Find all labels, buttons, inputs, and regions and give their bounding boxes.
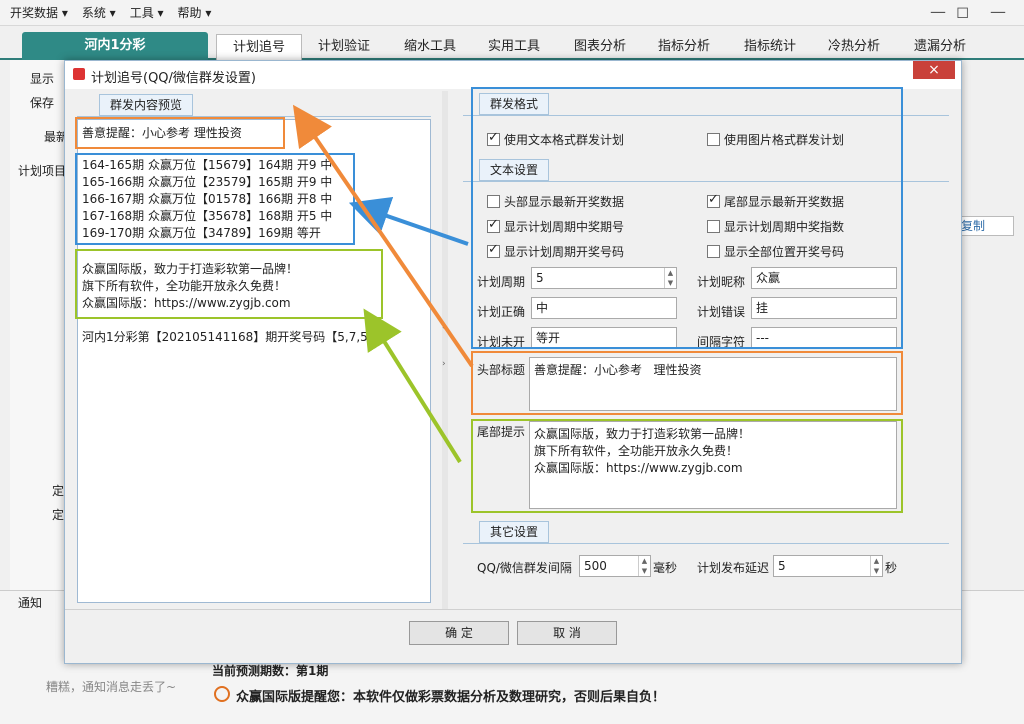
annotation-arrows bbox=[292, 104, 474, 464]
green-arrow bbox=[363, 308, 462, 464]
orange-arrow bbox=[292, 104, 474, 368]
blue-arrow bbox=[348, 196, 469, 246]
